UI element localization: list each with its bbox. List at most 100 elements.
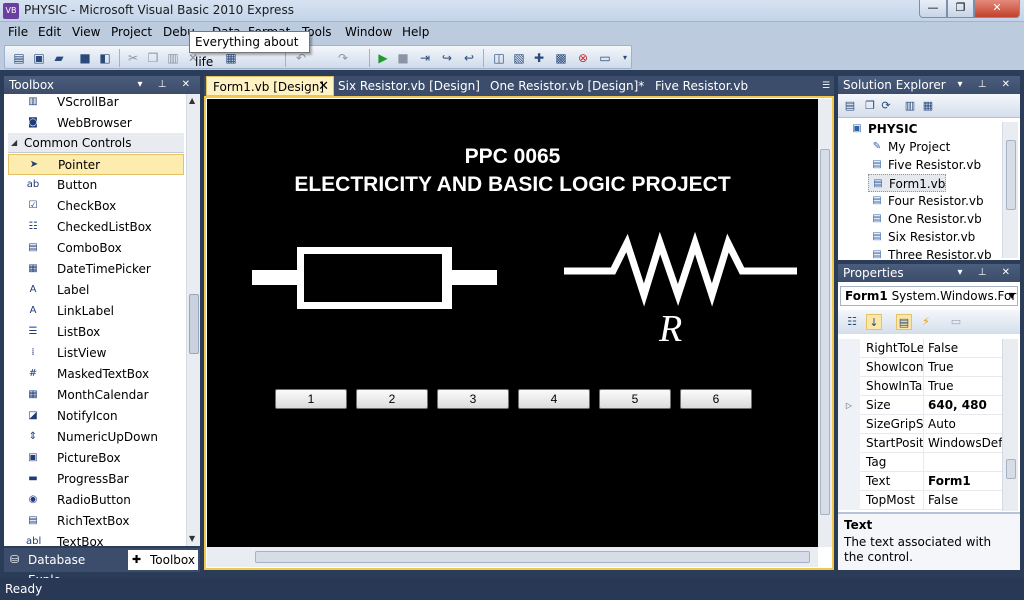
toolbox-item-datetimepicker[interactable]: ▦ DateTimePicker xyxy=(4,259,186,280)
property-row-showicon[interactable]: ShowIcon True xyxy=(838,358,1002,377)
form-button-4[interactable]: 4 xyxy=(518,389,590,409)
property-value[interactable]: WindowsDefa xyxy=(928,434,1002,453)
toolbox-item-notifyicon[interactable]: ◪ NotifyIcon xyxy=(4,406,186,427)
show-all-files-icon[interactable]: ❐ xyxy=(862,98,878,114)
menu-help[interactable]: Help xyxy=(402,25,429,39)
property-row-tag[interactable]: Tag xyxy=(838,453,1002,472)
tab-five-resistor[interactable]: Five Resistor.vb xyxy=(649,76,748,96)
paste-icon[interactable]: ▥ xyxy=(165,50,181,66)
properties-view-icon[interactable]: ▤ xyxy=(896,314,912,330)
solution-explorer-scrollbar[interactable] xyxy=(1002,122,1018,258)
copy-icon[interactable]: ❐ xyxy=(145,50,161,66)
property-row-topmost[interactable]: TopMost False xyxy=(838,491,1002,510)
form-button-6[interactable]: 6 xyxy=(680,389,752,409)
property-value[interactable]: 640, 480 xyxy=(928,396,1002,415)
property-row-startpositic[interactable]: StartPositicWindowsDefa xyxy=(838,434,1002,453)
toolbox-item-combobox[interactable]: ▤ ComboBox xyxy=(4,238,186,259)
toolbox-item-pointer[interactable]: ➤ Pointer xyxy=(8,154,184,175)
property-row-size[interactable]: ▷ Size 640, 480 xyxy=(838,396,1002,415)
toolbox-window-icon[interactable]: ✚ xyxy=(531,50,547,66)
toolbox-item-checkedlistbox[interactable]: ☷ CheckedListBox xyxy=(4,217,186,238)
toolbox-scrollbar[interactable]: ▲ ▼ xyxy=(186,94,200,546)
designer-horizontal-scrollbar[interactable] xyxy=(207,547,818,567)
property-row-showintas[interactable]: ShowInTas True xyxy=(838,377,1002,396)
tree-project-physic[interactable]: ▣ PHYSIC xyxy=(848,120,917,138)
toolbox-item-label[interactable]: A Label xyxy=(4,280,186,301)
property-value[interactable]: False xyxy=(928,339,1002,358)
cut-icon[interactable]: ✂ xyxy=(125,50,141,66)
toolbox-item-radiobutton[interactable]: ◉ RadioButton xyxy=(4,490,186,511)
redo-icon[interactable]: ↷ xyxy=(335,50,351,66)
properties-icon[interactable]: ▤ xyxy=(842,98,858,114)
toolbox-item-webbrowser[interactable]: ◙ WebBrowser xyxy=(4,113,186,134)
menu-window[interactable]: Window xyxy=(345,25,392,39)
tab-database-explorer[interactable]: ⛁ Database Explo... xyxy=(6,550,126,587)
tree-item-one-resistor-vb[interactable]: ▤ One Resistor.vb xyxy=(868,210,981,228)
tab-one-resistor-design[interactable]: One Resistor.vb [Design]* xyxy=(484,76,644,96)
toolbox-item-linklabel[interactable]: A LinkLabel xyxy=(4,301,186,322)
events-icon[interactable]: ⚡ xyxy=(918,314,934,330)
step-out-icon[interactable]: ↩ xyxy=(461,50,477,66)
form-button-2[interactable]: 2 xyxy=(356,389,428,409)
view-designer-icon[interactable]: ▦ xyxy=(920,98,936,114)
solution-explorer-icon[interactable]: ◫ xyxy=(491,50,507,66)
property-value[interactable]: Form1 xyxy=(928,472,1002,491)
alphabetical-icon[interactable]: ↓ xyxy=(866,314,882,330)
form-button-3[interactable]: 3 xyxy=(437,389,509,409)
properties-window-icon[interactable]: ▧ xyxy=(511,50,527,66)
toolbox-item-progressbar[interactable]: ▬ ProgressBar xyxy=(4,469,186,490)
property-pages-icon[interactable]: ▭ xyxy=(948,314,964,330)
toolbox-item-picturebox[interactable]: ▣ PictureBox xyxy=(4,448,186,469)
categorized-icon[interactable]: ☷ xyxy=(844,314,860,330)
tree-item-form1-vb[interactable]: ▤ Form1.vb xyxy=(868,174,947,192)
properties-scrollbar[interactable] xyxy=(1002,339,1018,511)
tab-form1-design[interactable]: Form1.vb [Design] ✕ xyxy=(206,76,334,96)
error-list-icon[interactable]: ⊗ xyxy=(575,50,591,66)
add-item-icon[interactable]: ▣ xyxy=(31,50,47,66)
toolbox-item-textbox[interactable]: abl TextBox xyxy=(4,532,186,546)
toolbox-item-vscrollbar[interactable]: ▥ VScrollBar xyxy=(4,94,186,113)
designer-vertical-scrollbar[interactable] xyxy=(818,99,832,547)
open-folder-icon[interactable]: ▰ xyxy=(51,50,67,66)
tab-six-resistor-design[interactable]: Six Resistor.vb [Design] xyxy=(332,76,480,96)
expand-icon[interactable]: ▷ xyxy=(838,396,860,415)
tree-item-five-resistor-vb[interactable]: ▤ Five Resistor.vb xyxy=(868,156,981,174)
toolbox-item-monthcalendar[interactable]: ▦ MonthCalendar xyxy=(4,385,186,406)
tab-overflow-icon[interactable]: ☰ xyxy=(816,76,830,96)
menu-file[interactable]: File xyxy=(8,25,28,39)
form-button-1[interactable]: 1 xyxy=(275,389,347,409)
view-code-icon[interactable]: ▥ xyxy=(902,98,918,114)
toolbox-item-listview[interactable]: ⁞ ListView xyxy=(4,343,186,364)
toolbox-item-checkbox[interactable]: ☑ CheckBox xyxy=(4,196,186,217)
save-icon[interactable]: ■ xyxy=(77,50,93,66)
step-over-icon[interactable]: ↪ xyxy=(439,50,455,66)
property-row-righttolef[interactable]: RightToLef False xyxy=(838,339,1002,358)
object-browser-icon[interactable]: ▩ xyxy=(553,50,569,66)
stop-icon[interactable]: ■ xyxy=(395,50,411,66)
tree-item-six-resistor-vb[interactable]: ▤ Six Resistor.vb xyxy=(868,228,975,246)
tab-toolbox[interactable]: ✚ Toolbox xyxy=(128,550,198,570)
refresh-icon[interactable]: ⟳ xyxy=(878,98,894,114)
property-value[interactable]: True xyxy=(928,377,1002,396)
toolbox-item-maskedtextbox[interactable]: # MaskedTextBox xyxy=(4,364,186,385)
menu-edit[interactable]: Edit xyxy=(38,25,61,39)
toolbox-section-common-controls[interactable]: Common Controls xyxy=(8,133,184,153)
toolbox-item-button[interactable]: ab Button xyxy=(4,175,186,196)
maximize-button[interactable]: ❐ xyxy=(947,0,974,18)
panel-controls-icon[interactable]: ▾ ⊥ ✕ xyxy=(958,264,1016,282)
property-row-text[interactable]: Text Form1 xyxy=(838,472,1002,491)
toolbox-item-numericupdown[interactable]: ⇕ NumericUpDown xyxy=(4,427,186,448)
panel-controls-icon[interactable]: ▾ ⊥ ✕ xyxy=(958,76,1016,94)
object-selector[interactable]: Form1 System.Windows.Forms.Form ▼ xyxy=(840,286,1018,306)
close-tab-icon[interactable]: ✕ xyxy=(318,77,329,97)
property-row-sizegripsty[interactable]: SizeGripStyAuto xyxy=(838,415,1002,434)
toolbox-item-richtextbox[interactable]: ▤ RichTextBox xyxy=(4,511,186,532)
tree-item-three-resistor-vb[interactable]: ▤ Three Resistor.vb xyxy=(868,246,991,264)
minimize-button[interactable]: — xyxy=(919,0,947,18)
start-debugging-icon[interactable]: ▶ xyxy=(375,50,391,66)
tree-item-my-project[interactable]: ✎ My Project xyxy=(868,138,951,156)
toolbox-item-listbox[interactable]: ☰ ListBox xyxy=(4,322,186,343)
form-design-surface[interactable]: PPC 0065 ELECTRICITY AND BASIC LOGIC PRO… xyxy=(207,99,818,547)
new-project-icon[interactable]: ▤ xyxy=(11,50,27,66)
step-into-icon[interactable]: ⇥ xyxy=(417,50,433,66)
